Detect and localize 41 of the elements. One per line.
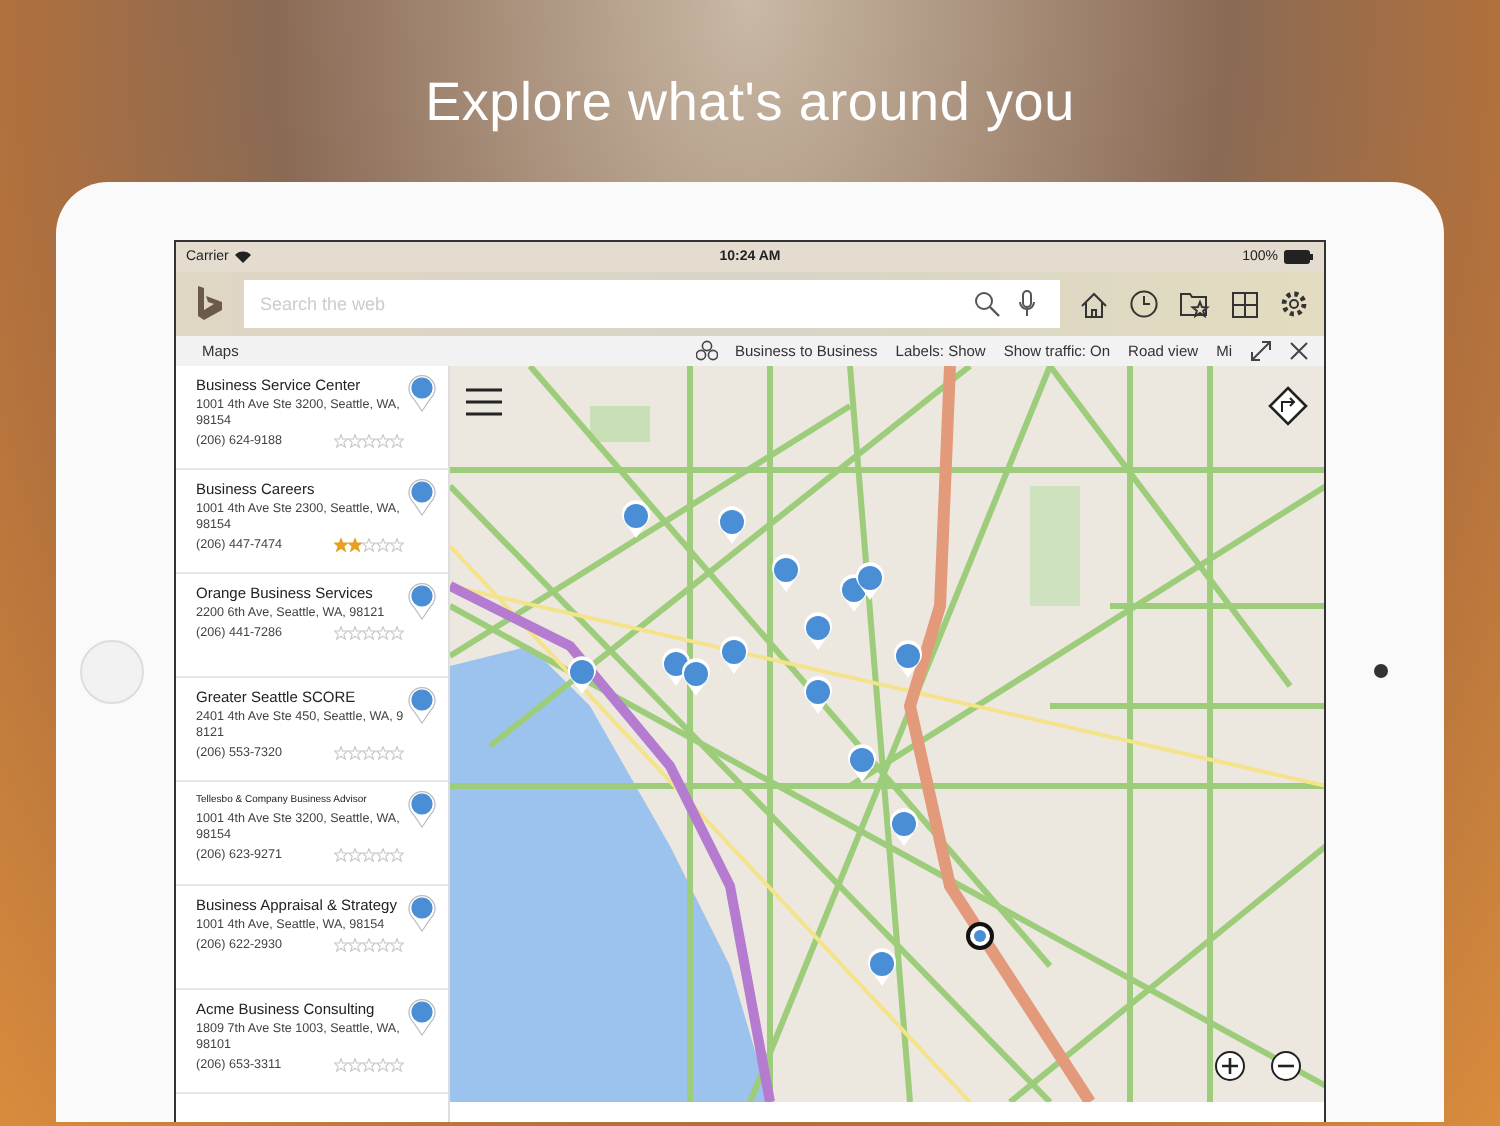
home-icon[interactable] bbox=[1080, 291, 1108, 317]
expand-icon[interactable] bbox=[1250, 340, 1272, 362]
map-pin-icon[interactable] bbox=[804, 676, 832, 714]
map-pin-icon[interactable] bbox=[682, 658, 710, 696]
settings-icon[interactable] bbox=[1280, 290, 1308, 318]
map-pin-icon bbox=[408, 686, 436, 724]
search-icon[interactable] bbox=[974, 291, 1000, 317]
map-pin-icon[interactable] bbox=[868, 948, 896, 986]
map-pin-icon[interactable] bbox=[718, 506, 746, 544]
current-location-icon bbox=[966, 922, 994, 950]
camera-dot bbox=[1374, 664, 1388, 678]
park-area bbox=[1030, 486, 1080, 606]
wifi-icon bbox=[234, 250, 253, 264]
map-pin-icon bbox=[408, 478, 436, 516]
map-pin-icon[interactable] bbox=[848, 744, 876, 782]
map-pin-icon bbox=[408, 998, 436, 1036]
map-pin-icon[interactable] bbox=[890, 808, 918, 846]
zoom-out-icon[interactable] bbox=[1271, 1051, 1301, 1081]
grid-icon[interactable] bbox=[1232, 291, 1258, 317]
map-pin-icon bbox=[408, 582, 436, 620]
headline: Explore what's around you bbox=[425, 72, 1075, 134]
map-pin-icon[interactable] bbox=[622, 500, 650, 538]
close-icon[interactable] bbox=[1290, 342, 1308, 360]
clock-icon[interactable] bbox=[1130, 290, 1158, 318]
map-pin-icon[interactable] bbox=[720, 636, 748, 674]
map-pin-icon[interactable] bbox=[894, 640, 922, 678]
directions-icon[interactable] bbox=[1268, 386, 1308, 426]
map-pin-icon bbox=[408, 790, 436, 828]
map-pin-icon[interactable] bbox=[772, 554, 800, 592]
menu-icon[interactable] bbox=[464, 388, 504, 416]
battery-icon bbox=[1283, 250, 1314, 264]
map-pin-icon bbox=[408, 374, 436, 412]
map-pin-icon bbox=[408, 894, 436, 932]
microphone-icon[interactable] bbox=[1018, 290, 1036, 318]
map-pin-icon[interactable] bbox=[804, 612, 832, 650]
park-area bbox=[590, 406, 650, 442]
star-folder-icon[interactable] bbox=[1180, 291, 1210, 317]
map-pin-icon[interactable] bbox=[856, 562, 884, 600]
logo-icon[interactable] bbox=[196, 286, 224, 322]
map-pin-icon[interactable] bbox=[568, 656, 596, 694]
zoom-in-icon[interactable] bbox=[1215, 1051, 1245, 1081]
